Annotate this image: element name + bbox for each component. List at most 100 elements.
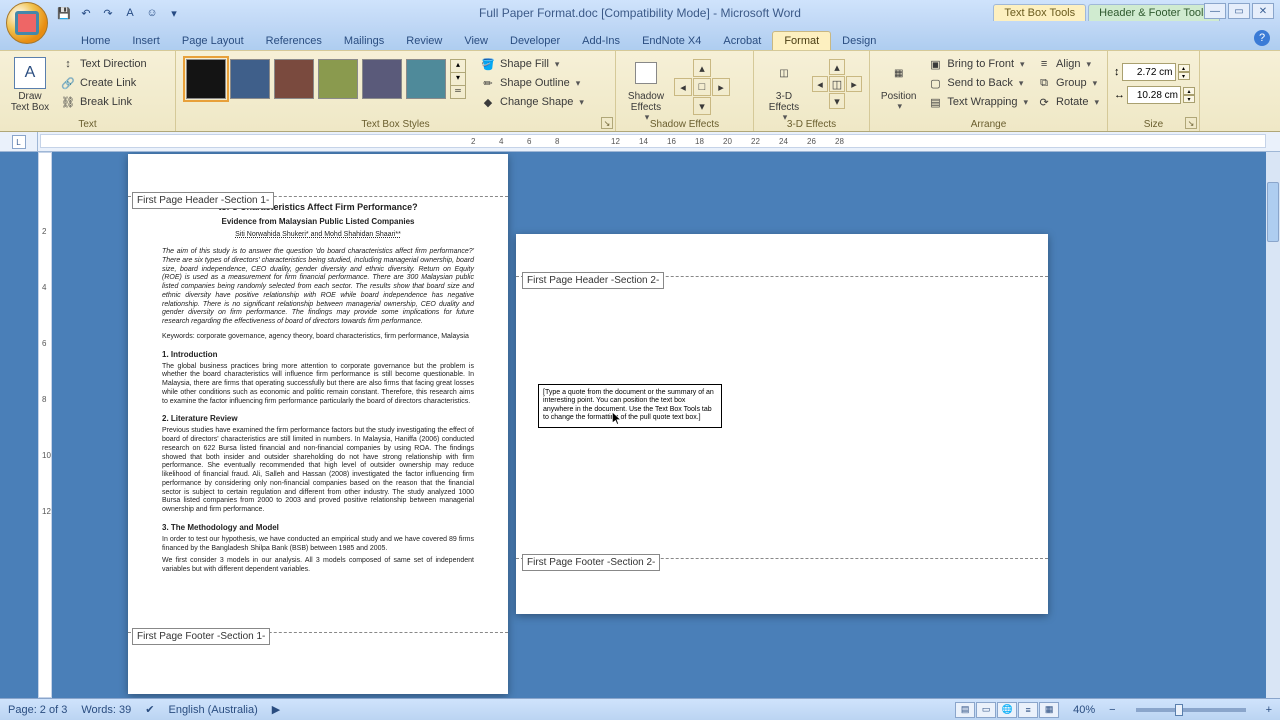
status-language[interactable]: English (Australia) (168, 704, 257, 716)
height-up[interactable]: ▴ (1178, 64, 1190, 72)
shadow-toggle[interactable]: □ (693, 78, 711, 96)
style-swatch-2[interactable] (230, 59, 270, 99)
zoom-out-button[interactable]: − (1109, 704, 1115, 716)
tab-acrobat[interactable]: Acrobat (712, 32, 772, 50)
send-to-back-button[interactable]: ▢Send to Back (925, 74, 1030, 92)
width-up[interactable]: ▴ (1183, 87, 1195, 95)
status-page[interactable]: Page: 2 of 3 (8, 704, 67, 716)
shadow-nudge-left[interactable]: ◂ (674, 78, 692, 96)
page-1[interactable]: First Page Header -Section 1- First Page… (128, 154, 508, 694)
gallery-down-icon[interactable]: ▾ (451, 73, 465, 86)
tab-home[interactable]: Home (70, 32, 121, 50)
draft-view[interactable]: ▦ (1039, 702, 1059, 718)
width-input[interactable] (1127, 86, 1181, 104)
textbox-tools-tab-header[interactable]: Text Box Tools (993, 4, 1086, 21)
tab-developer[interactable]: Developer (499, 32, 571, 50)
close-button[interactable]: ✕ (1252, 3, 1274, 19)
gallery-more-icon[interactable]: ═ (451, 86, 465, 98)
emoji-icon[interactable]: ☺ (144, 5, 160, 21)
vertical-ruler[interactable]: 2 4 6 8 10 12 (38, 152, 52, 698)
style-swatch-4[interactable] (318, 59, 358, 99)
tab-addins[interactable]: Add-Ins (571, 32, 631, 50)
web-layout-view[interactable]: 🌐 (997, 702, 1017, 718)
tab-references[interactable]: References (255, 32, 333, 50)
shadow-effects-button[interactable]: Shadow Effects (622, 53, 670, 123)
position-button[interactable]: ▦ Position (876, 53, 921, 112)
full-screen-view[interactable]: ▭ (976, 702, 996, 718)
3d-tilt-down[interactable]: ▾ (829, 93, 845, 109)
group-3d-effects: ◫ 3-D Effects ▴ ◂ ◫ ▸ ▾ 3-D Effects (754, 51, 870, 131)
style-swatch-5[interactable] (362, 59, 402, 99)
style-swatch-1[interactable] (186, 59, 226, 99)
height-down[interactable]: ▾ (1178, 72, 1190, 80)
gallery-up-icon[interactable]: ▴ (451, 60, 465, 73)
footer-tag-section-2: First Page Footer -Section 2- (522, 554, 660, 571)
tab-review[interactable]: Review (395, 32, 453, 50)
style-gallery[interactable]: ▴ ▾ ═ (182, 53, 470, 105)
proofing-icon[interactable]: ✔ (145, 703, 154, 716)
3d-tilt-right[interactable]: ▸ (846, 76, 862, 92)
redo-icon[interactable]: ↷ (100, 5, 116, 21)
macro-icon[interactable]: ▶ (272, 703, 280, 716)
break-link-button[interactable]: ⛓Break Link (58, 93, 149, 111)
scrollbar-thumb[interactable] (1267, 182, 1279, 242)
textbox-icon: A (14, 57, 46, 89)
section-1-body: The global business practices bring more… (162, 363, 474, 407)
tab-view[interactable]: View (453, 32, 499, 50)
shadow-nudge-down[interactable]: ▾ (693, 97, 711, 115)
height-input[interactable] (1122, 63, 1176, 81)
group-button[interactable]: ⧉Group (1034, 74, 1101, 92)
status-words[interactable]: Words: 39 (81, 704, 131, 716)
draw-text-box-button[interactable]: A Draw Text Box (6, 53, 54, 113)
style-icon[interactable]: A (122, 5, 138, 21)
3d-tilt-up[interactable]: ▴ (829, 59, 845, 75)
width-down[interactable]: ▾ (1183, 95, 1195, 103)
tab-page-layout[interactable]: Page Layout (171, 32, 255, 50)
tab-design[interactable]: Design (831, 32, 887, 50)
zoom-in-button[interactable]: + (1266, 704, 1272, 716)
print-layout-view[interactable]: ▤ (955, 702, 975, 718)
vertical-scrollbar[interactable] (1266, 152, 1280, 698)
3d-toggle[interactable]: ◫ (829, 76, 845, 92)
text-direction-button[interactable]: ↕Text Direction (58, 55, 149, 73)
shape-fill-button[interactable]: 🪣Shape Fill (478, 55, 586, 73)
pull-quote-text-box[interactable]: [Type a quote from the document or the s… (538, 384, 722, 428)
ruler-row: L 2 4 6 8 12 14 16 18 20 22 24 26 28 (0, 132, 1280, 152)
change-shape-button[interactable]: ◆Change Shape (478, 93, 586, 111)
3d-effects-button[interactable]: ◫ 3-D Effects (760, 53, 808, 123)
style-swatch-6[interactable] (406, 59, 446, 99)
outline-view[interactable]: ≡ (1018, 702, 1038, 718)
create-link-button[interactable]: 🔗Create Link (58, 74, 149, 92)
help-icon[interactable]: ? (1254, 30, 1270, 46)
size-dialog-launcher[interactable]: ↘ (1185, 117, 1197, 129)
tab-insert[interactable]: Insert (121, 32, 171, 50)
header-footer-tools-tab-header[interactable]: Header & Footer Tools (1088, 4, 1220, 21)
save-icon[interactable]: 💾 (56, 5, 72, 21)
shape-outline-button[interactable]: ✏Shape Outline (478, 74, 586, 92)
minimize-button[interactable]: — (1204, 3, 1226, 19)
shadow-nudge-right[interactable]: ▸ (712, 78, 730, 96)
office-button[interactable] (6, 2, 48, 44)
bring-to-front-button[interactable]: ▣Bring to Front (925, 55, 1030, 73)
tab-selector[interactable]: L (12, 135, 26, 149)
qat-more-icon[interactable]: ▾ (166, 5, 182, 21)
horizontal-ruler[interactable]: 2 4 6 8 12 14 16 18 20 22 24 26 28 (40, 134, 1266, 148)
styles-dialog-launcher[interactable]: ↘ (601, 117, 613, 129)
zoom-slider[interactable] (1136, 708, 1246, 712)
rotate-button[interactable]: ⟳Rotate (1034, 93, 1101, 111)
window-controls: — ▭ ✕ (1204, 3, 1274, 19)
zoom-slider-knob[interactable] (1175, 704, 1183, 716)
tab-format[interactable]: Format (772, 31, 831, 50)
shadow-nudge-up[interactable]: ▴ (693, 59, 711, 77)
tab-endnote[interactable]: EndNote X4 (631, 32, 712, 50)
style-swatch-3[interactable] (274, 59, 314, 99)
page-2[interactable]: First Page Header -Section 2- First Page… (516, 234, 1048, 614)
restore-button[interactable]: ▭ (1228, 3, 1250, 19)
3d-tilt-left[interactable]: ◂ (812, 76, 828, 92)
undo-icon[interactable]: ↶ (78, 5, 94, 21)
text-wrapping-button[interactable]: ▤Text Wrapping (925, 93, 1030, 111)
zoom-level[interactable]: 40% (1073, 704, 1095, 716)
doc-title-line2: Evidence from Malaysian Public Listed Co… (162, 217, 474, 227)
tab-mailings[interactable]: Mailings (333, 32, 395, 50)
align-button[interactable]: ≡Align (1034, 55, 1101, 73)
